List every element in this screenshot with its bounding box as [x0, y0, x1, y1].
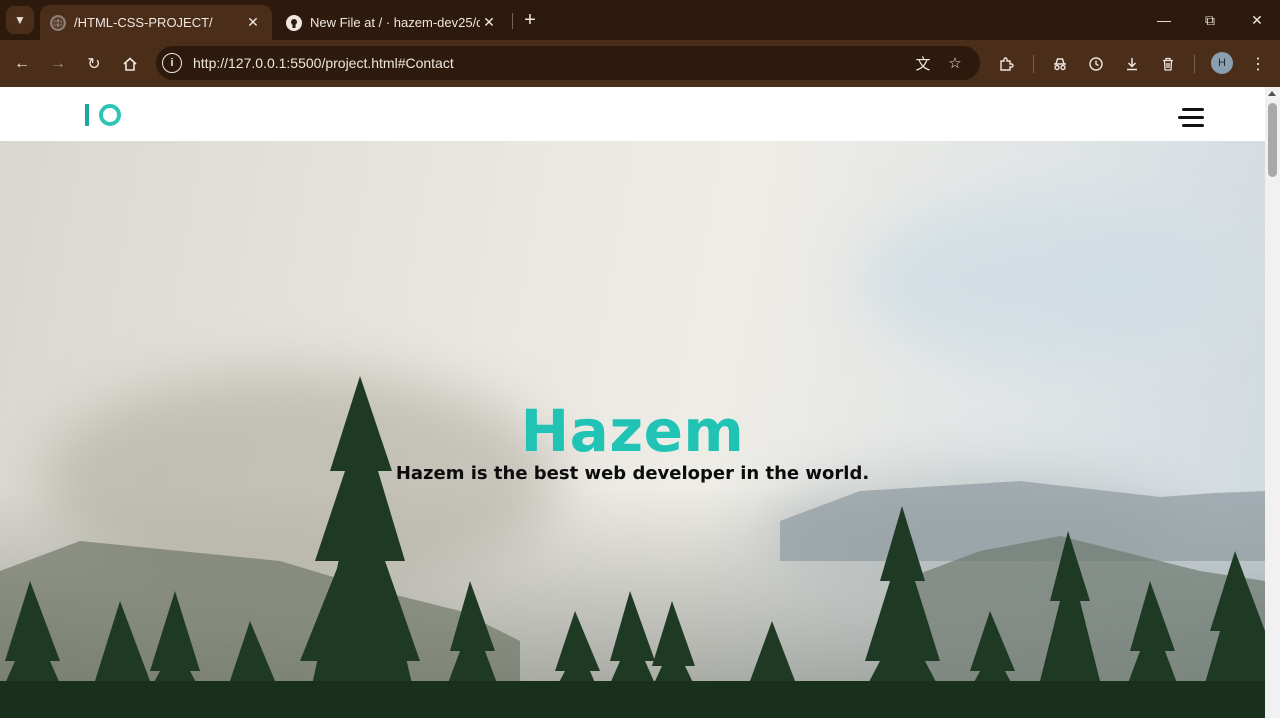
profile-initial: H	[1218, 57, 1226, 69]
tab-html-css-project[interactable]: /HTML-CSS-PROJECT/ ✕	[40, 5, 272, 40]
scroll-up-arrow-icon[interactable]	[1268, 91, 1276, 96]
close-icon: ✕	[1251, 11, 1263, 28]
close-icon[interactable]: ✕	[480, 14, 498, 32]
browser-menu-button[interactable]: ⋮	[1244, 50, 1272, 78]
puzzle-icon	[1000, 57, 1014, 71]
hamburger-line	[1182, 108, 1204, 111]
tab-search-button[interactable]: ▼	[6, 6, 34, 34]
hamburger-line	[1178, 116, 1204, 119]
plus-icon: +	[524, 8, 536, 31]
close-icon[interactable]: ✕	[244, 14, 262, 32]
tab-github-new-file[interactable]: New File at / · hazem-dev25/css ✕	[276, 5, 508, 40]
hero-title: Hazem	[520, 397, 745, 465]
close-window-button[interactable]: ✕	[1234, 0, 1280, 40]
kebab-menu-icon: ⋮	[1250, 56, 1266, 73]
site-logo[interactable]	[73, 96, 133, 134]
url-text[interactable]: http://127.0.0.1:5500/project.html#Conta…	[193, 55, 454, 71]
tab-title: /HTML-CSS-PROJECT/	[74, 15, 213, 30]
page-scrollbar[interactable]	[1265, 87, 1280, 718]
forward-button[interactable]: →	[44, 50, 72, 78]
incognito-icon	[1054, 58, 1066, 71]
scroll-thumb[interactable]	[1268, 103, 1277, 177]
globe-icon	[50, 14, 66, 31]
profile-avatar[interactable]: H	[1211, 52, 1233, 74]
info-icon[interactable]: i	[162, 53, 182, 73]
hamburger-line	[1182, 124, 1204, 127]
logo-ring-mark	[99, 104, 121, 126]
translate-icon[interactable]: 文	[913, 53, 933, 73]
home-icon	[123, 57, 137, 71]
history-icon	[1089, 57, 1103, 71]
toolbar-separator	[1033, 55, 1034, 73]
reload-button[interactable]: ↻	[80, 50, 108, 78]
tab-separator	[512, 13, 513, 29]
browser-tab-strip: ▼ /HTML-CSS-PROJECT/ ✕ New File at / · h…	[0, 0, 1280, 40]
arrow-right-icon: →	[50, 55, 66, 72]
address-bar[interactable]: i http://127.0.0.1:5500/project.html#Con…	[156, 46, 980, 80]
toolbar-separator	[1194, 55, 1195, 73]
trash-button[interactable]	[1154, 50, 1182, 78]
github-icon	[286, 14, 302, 31]
chevron-down-icon: ▼	[14, 13, 26, 27]
new-tab-button[interactable]: +	[518, 8, 542, 32]
home-button[interactable]	[116, 50, 144, 78]
minimize-button[interactable]: —	[1141, 0, 1187, 40]
web-page: Hazem Hazem is the best web developer in…	[0, 87, 1265, 718]
trash-icon	[1163, 57, 1173, 71]
restore-button[interactable]: ⧉	[1187, 0, 1233, 40]
extensions-button[interactable]	[992, 50, 1020, 78]
hero-section: Hazem Hazem is the best web developer in…	[0, 141, 1265, 718]
arrow-left-icon: ←	[14, 55, 30, 72]
reload-icon: ↻	[87, 56, 101, 73]
hamburger-menu-button[interactable]	[1176, 108, 1204, 130]
hero-subtitle: Hazem is the best web developer in the w…	[395, 463, 870, 484]
tab-title: New File at / · hazem-dev25/css	[310, 15, 480, 30]
logo-bar-mark	[85, 104, 89, 126]
back-button[interactable]: ←	[8, 50, 36, 78]
minimize-icon: —	[1157, 12, 1171, 28]
incognito-button[interactable]	[1046, 50, 1074, 78]
downloads-button[interactable]	[1118, 50, 1146, 78]
download-icon	[1127, 58, 1137, 71]
browser-toolbar: ← → ↻ i http://127.0.0.1:5500/project.ht…	[0, 40, 1280, 87]
history-button[interactable]	[1082, 50, 1110, 78]
restore-icon: ⧉	[1205, 11, 1215, 28]
site-header	[0, 87, 1265, 141]
star-icon[interactable]: ☆	[945, 53, 965, 73]
